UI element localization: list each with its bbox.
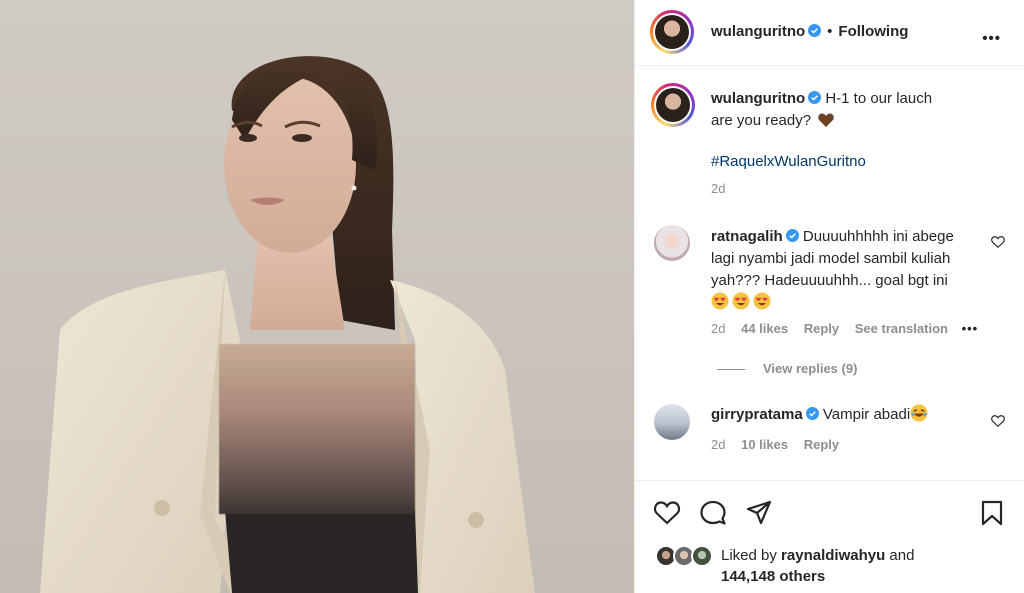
more-options-button[interactable]: •••: [982, 30, 1001, 47]
comment-icon[interactable]: [699, 499, 727, 527]
brown-heart-icon: [818, 113, 834, 127]
liked-by-avatars[interactable]: [655, 545, 717, 567]
comment-more-button[interactable]: •••: [962, 321, 979, 336]
verified-icon: [785, 229, 799, 242]
laughing-emoji: [910, 404, 928, 422]
comments-list: wulanguritno H-1 to our lauch are you re…: [635, 67, 1024, 480]
comment-line1: Duuuuhhhhh ini abege: [802, 228, 954, 245]
comment-avatar[interactable]: [654, 225, 690, 261]
comment-text: girrypratama Vampir abadi: [711, 404, 991, 426]
liked-by-text: Liked by raynaldiwahyu and 144,148 other…: [721, 545, 914, 587]
caption-username[interactable]: wulanguritno: [711, 90, 805, 107]
like-comment-heart-icon[interactable]: [991, 414, 1005, 428]
following-button[interactable]: Following: [838, 23, 908, 40]
comment-username[interactable]: ratnagalih: [711, 228, 783, 245]
verified-icon: [808, 24, 822, 37]
caption: wulanguritno H-1 to our lauch are you re…: [711, 88, 1011, 132]
like-comment-heart-icon[interactable]: [991, 235, 1005, 249]
reply-button[interactable]: Reply: [804, 321, 839, 336]
comment-time[interactable]: 2d: [711, 437, 725, 452]
comment-body: Vampir abadi: [822, 406, 911, 423]
liked-by-user[interactable]: raynaldiwahyu: [781, 547, 885, 564]
post-actions: Liked by raynaldiwahyu and 144,148 other…: [635, 480, 1024, 593]
reply-button[interactable]: Reply: [804, 437, 839, 452]
comment-username[interactable]: girrypratama: [711, 406, 803, 423]
replies-divider: [717, 369, 745, 371]
liked-by-others[interactable]: 144,148 others: [721, 568, 825, 585]
liked-by-prefix: Liked by: [721, 547, 777, 564]
post-panel: wulanguritno • Following ••• wulanguritno …: [634, 0, 1024, 593]
caption-time[interactable]: 2d: [711, 181, 725, 196]
verified-icon: [808, 91, 822, 104]
share-icon[interactable]: [745, 499, 773, 527]
comment-time[interactable]: 2d: [711, 321, 725, 336]
comment-line2: lagi nyambi jadi model sambil kuliah: [711, 250, 951, 267]
comment-line3: yah??? Hadeuuuuhhh... goal bgt ini: [711, 272, 948, 289]
view-replies-label: View replies (9): [763, 361, 858, 376]
post-photo[interactable]: [0, 0, 634, 593]
censor-blur: [219, 344, 415, 514]
comment-likes[interactable]: 10 likes: [741, 437, 788, 452]
header-username[interactable]: wulanguritno: [711, 23, 805, 40]
view-replies-button[interactable]: View replies (9): [717, 361, 857, 376]
bookmark-icon[interactable]: [978, 499, 1006, 527]
liked-by-and: and: [889, 547, 915, 564]
see-translation-button[interactable]: See translation: [855, 321, 948, 336]
comment-text: ratnagalih Duuuuhhhhh ini abege lagi nya…: [711, 226, 991, 314]
comment-likes[interactable]: 44 likes: [741, 321, 788, 336]
caption-hashtag[interactable]: #RaquelxWulanGuritno: [711, 151, 866, 173]
caption-line1: H-1 to our lauch: [825, 90, 933, 107]
caption-avatar[interactable]: [651, 83, 695, 127]
comment-meta: 2d 44 likes Reply See translation •••: [711, 321, 978, 336]
heart-eyes-emoji: [711, 292, 774, 311]
comment-meta: 2d 10 likes Reply: [711, 437, 839, 452]
heart-icon[interactable]: [653, 499, 681, 527]
header-dot: •: [827, 23, 833, 40]
caption-line2: are you ready?: [711, 112, 812, 129]
header-avatar[interactable]: [650, 10, 694, 54]
post-header: wulanguritno • Following •••: [635, 0, 1024, 66]
comment-avatar[interactable]: [654, 404, 690, 440]
header-user: wulanguritno • Following: [711, 23, 908, 40]
verified-icon: [805, 407, 819, 420]
